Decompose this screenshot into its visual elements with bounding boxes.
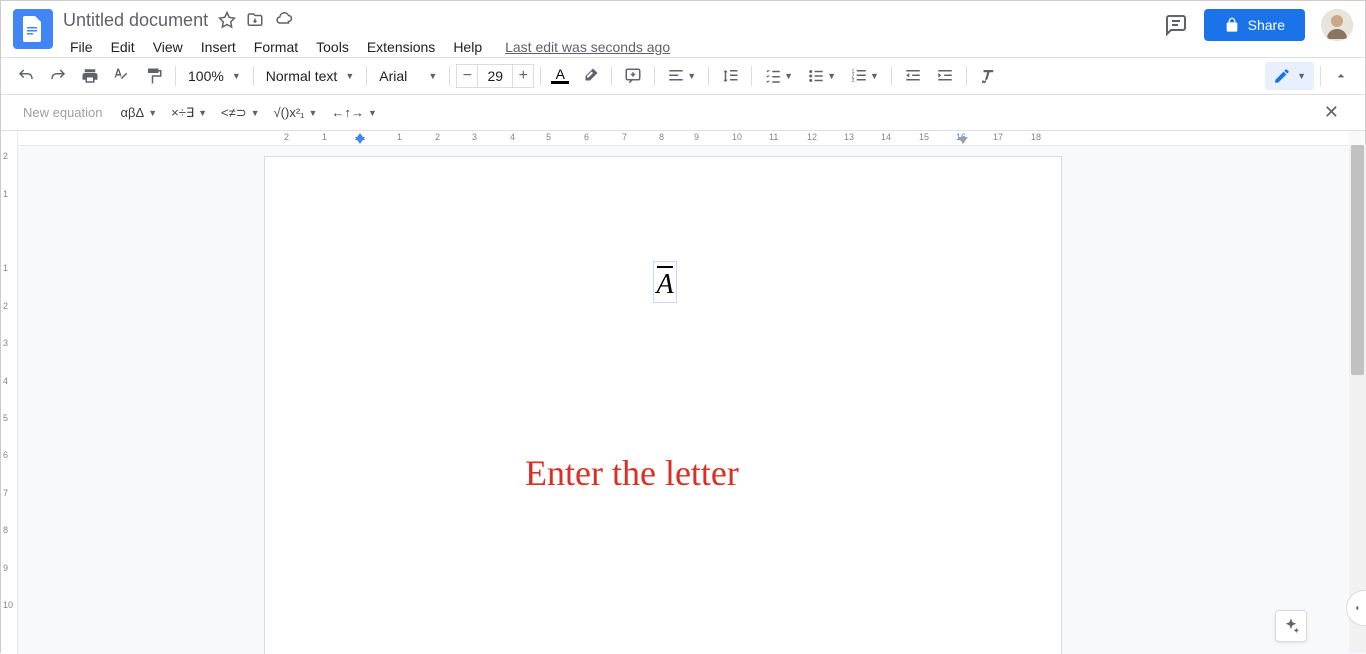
insert-comment-button[interactable] [618, 62, 648, 90]
move-icon[interactable] [246, 11, 264, 29]
chevron-down-icon: ▼ [345, 71, 354, 81]
close-equation-toolbar[interactable]: ✕ [1320, 98, 1343, 127]
align-button[interactable]: ▼ [661, 62, 702, 90]
operators-menu[interactable]: ×÷∃▼ [169, 101, 209, 125]
comment-history-icon[interactable] [1164, 13, 1188, 37]
font-size-input[interactable] [478, 64, 512, 88]
font-size-increase[interactable]: + [512, 64, 534, 88]
greek-letters-menu[interactable]: αβΔ▼ [119, 101, 160, 124]
vertical-scrollbar[interactable] [1349, 145, 1366, 653]
overbar [657, 266, 673, 268]
right-margin-marker[interactable] [958, 137, 968, 144]
chevron-down-icon: ▼ [232, 71, 241, 81]
font-size-decrease[interactable]: − [456, 64, 478, 88]
chevron-down-icon: ▼ [687, 71, 696, 81]
last-edit-link[interactable]: Last edit was seconds ago [505, 39, 670, 55]
line-spacing-button[interactable] [715, 62, 745, 90]
chevron-down-icon: ▼ [428, 71, 437, 81]
hide-menus-button[interactable] [1327, 62, 1355, 90]
star-icon[interactable] [218, 11, 236, 29]
menu-extensions[interactable]: Extensions [360, 35, 442, 59]
chevron-down-icon: ▼ [784, 71, 793, 81]
redo-button[interactable] [43, 62, 73, 90]
equation-box[interactable]: A [653, 261, 677, 303]
checklist-button[interactable]: ▼ [758, 62, 799, 90]
undo-button[interactable] [11, 62, 41, 90]
new-equation-button[interactable]: New equation [23, 105, 103, 120]
equation-character: A [656, 269, 673, 301]
vertical-ruler: 2 1 1 2 3 4 5 6 7 8 9 10 [1, 131, 18, 654]
menu-edit[interactable]: Edit [104, 35, 142, 59]
share-button[interactable]: Share [1204, 9, 1305, 41]
scrollbar-thumb[interactable] [1351, 145, 1364, 375]
editing-mode-button[interactable]: ▼ [1265, 62, 1314, 90]
pencil-icon [1273, 67, 1291, 85]
math-operations-menu[interactable]: √()x²₁▼ [272, 101, 320, 124]
annotation-text: Enter the letter [525, 452, 739, 494]
document-page[interactable]: A Enter the letter [264, 156, 1062, 654]
menu-tools[interactable]: Tools [309, 35, 356, 59]
menu-view[interactable]: View [146, 35, 190, 59]
font-family-select[interactable]: Arial▼ [373, 68, 443, 84]
text-color-button[interactable]: A [547, 66, 573, 86]
menu-format[interactable]: Format [247, 35, 305, 59]
docs-logo[interactable] [13, 9, 53, 49]
menu-file[interactable]: File [63, 35, 100, 59]
equation-toolbar: New equation αβΔ▼ ×÷∃▼ <≠⊃▼ √()x²₁▼ ←↑→▼… [1, 95, 1365, 131]
clear-formatting-button[interactable] [973, 62, 1003, 90]
arrows-menu[interactable]: ←↑→▼ [329, 101, 378, 124]
horizontal-ruler: 2 1 1 2 3 4 5 6 7 8 9 10 11 12 13 14 15 … [18, 131, 1348, 146]
menu-help[interactable]: Help [446, 35, 489, 59]
chevron-down-icon: ▼ [827, 71, 836, 81]
spellcheck-button[interactable] [107, 62, 137, 90]
left-margin-marker[interactable] [355, 137, 365, 144]
share-label: Share [1248, 17, 1285, 33]
font-size-control: − + [456, 64, 534, 88]
paint-format-button[interactable] [139, 62, 169, 90]
account-avatar[interactable] [1321, 9, 1353, 41]
print-button[interactable] [75, 62, 105, 90]
paragraph-style-select[interactable]: Normal text▼ [260, 68, 361, 84]
cloud-icon[interactable] [274, 11, 294, 29]
relations-menu[interactable]: <≠⊃▼ [219, 101, 262, 125]
main-toolbar: 100%▼ Normal text▼ Arial▼ − + A ▼ ▼ ▼ 12… [1, 57, 1365, 95]
bullet-list-button[interactable]: ▼ [801, 62, 842, 90]
chevron-down-icon: ▼ [1297, 71, 1306, 81]
indent-increase-button[interactable] [930, 62, 960, 90]
menu-insert[interactable]: Insert [194, 35, 243, 59]
explore-button[interactable] [1275, 610, 1307, 642]
lock-icon [1224, 17, 1240, 33]
numbered-list-button[interactable]: 123▼ [844, 62, 885, 90]
indent-decrease-button[interactable] [898, 62, 928, 90]
document-canvas[interactable]: A Enter the letter [18, 146, 1348, 654]
svg-text:3: 3 [852, 78, 855, 84]
chevron-down-icon: ▼ [870, 71, 879, 81]
highlight-button[interactable] [575, 62, 605, 90]
document-title[interactable]: Untitled document [63, 10, 208, 31]
zoom-select[interactable]: 100%▼ [182, 68, 247, 84]
